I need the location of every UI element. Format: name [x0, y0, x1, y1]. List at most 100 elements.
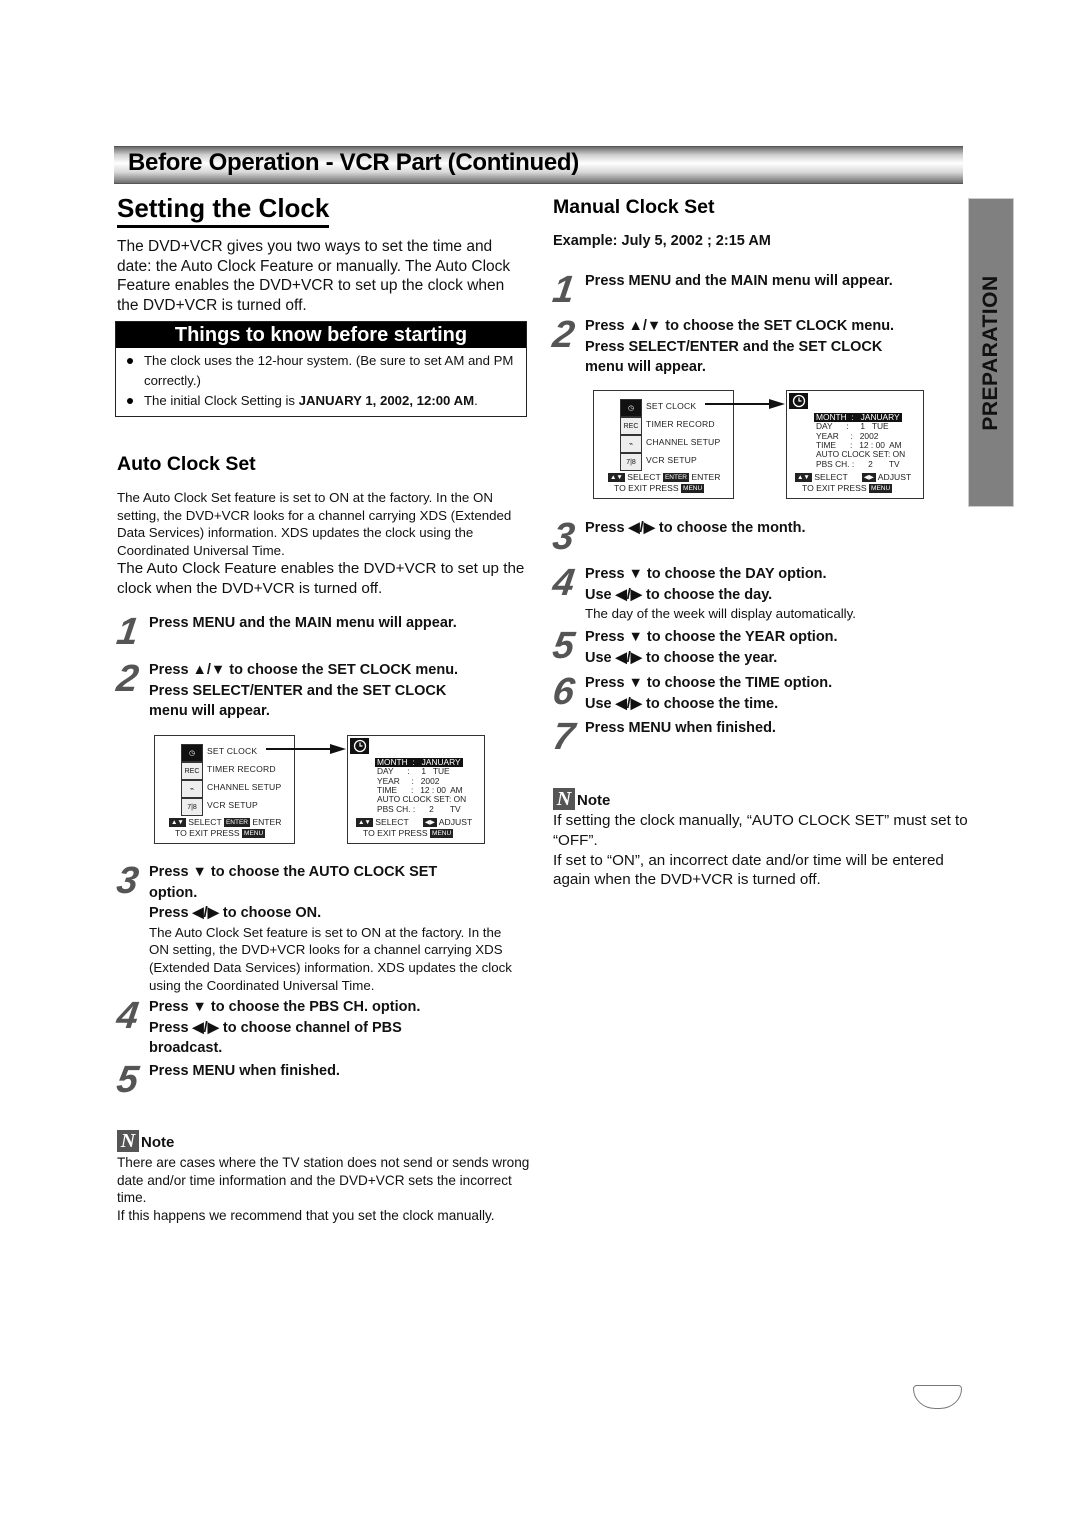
adjust-keys-icon: ◀▶ — [861, 473, 876, 483]
enter-label: ENTER — [252, 817, 282, 827]
step-number: 4 — [114, 995, 140, 1037]
osd-menu-item: VCR SETUP — [207, 800, 258, 810]
osd-footer-exit: TO EXIT PRESS MENU — [802, 483, 893, 494]
things-to-know-box: Things to know before starting The clock… — [115, 321, 527, 417]
arrow-line — [705, 403, 777, 405]
manual-note-line2: If set to “ON”, an incorrect date and/or… — [553, 851, 944, 889]
osd-footer-exit: TO EXIT PRESS MENU — [175, 828, 266, 839]
step-text: Press MENU when finished. — [585, 718, 776, 739]
auto-note-line2: If this happens we recommend that you se… — [117, 1207, 495, 1223]
step-number: 5 — [550, 625, 576, 667]
step-number: 5 — [114, 1059, 140, 1101]
exit-label: TO EXIT PRESS — [175, 828, 240, 838]
osd-clock-menu: MONTH : JANUARY DAY : 1 TUE YEAR : 2002 TIM… — [786, 390, 924, 499]
menu-key-icon: MENU — [681, 484, 705, 494]
osd-footer-select-adjust: ▲▼ SELECT ◀▶ ADJUST — [795, 472, 911, 483]
osd-menu-item: CHANNEL SETUP — [207, 782, 282, 792]
things-item: The initial Clock Setting is JANUARY 1, … — [124, 391, 522, 411]
auto-note-line1: There are cases where the TV station doe… — [117, 1155, 530, 1206]
step-line: Use ◀/▶ to choose the time. — [585, 695, 779, 712]
section-title: Setting the Clock — [117, 193, 330, 228]
osd-menu-item: TIMER RECORD — [207, 764, 276, 774]
step-line: Press MENU when finished. — [149, 1063, 340, 1079]
step-line: menu will appear. — [585, 359, 706, 375]
auto-clock-para2: The Auto Clock Feature enables the DVD+V… — [117, 560, 525, 597]
clock-icon: ◷ — [181, 744, 203, 762]
step-number: 7 — [550, 716, 576, 758]
step-line: Use ◀/▶ to choose the day. — [585, 586, 773, 603]
header-title: Before Operation - VCR Part (Continued) — [128, 149, 579, 176]
vcr-setup-icon: 7|8 — [181, 798, 203, 816]
step-line: Press ▼ to choose the TIME option. — [585, 675, 833, 691]
nav-keys-icon: ▲▼ — [169, 818, 186, 828]
step-line: Press ▼ to choose the PBS CH. option. — [149, 999, 421, 1015]
osd-clock-row: PBS CH. : 2 TV — [377, 803, 461, 814]
step-line: Press ▲/▼ to choose the SET CLOCK menu. — [149, 662, 459, 678]
exit-label: TO EXIT PRESS — [363, 828, 428, 838]
things-box-title: Things to know before starting — [116, 322, 526, 348]
nav-keys-icon: ▲▼ — [356, 818, 373, 828]
clock-icon — [789, 393, 808, 409]
step-number: 1 — [550, 269, 576, 311]
step-line: Press MENU and the MAIN menu will appear… — [585, 273, 893, 289]
step-line: Use ◀/▶ to choose the year. — [585, 649, 778, 666]
osd-main-menu: ◷ SET CLOCK REC TIMER RECORD ⌁ CHANNEL SETUP 7… — [154, 735, 295, 844]
step-text: Press ▲/▼ to choose the SET CLOCK menu. P… — [149, 660, 458, 722]
note-label: Note — [141, 1134, 175, 1151]
adjust-label: ADJUST — [438, 817, 473, 827]
enter-label: ENTER — [691, 472, 721, 482]
select-label: SELECT — [814, 472, 848, 482]
step-text: Press MENU and the MAIN menu will appear… — [585, 271, 893, 292]
step-text: Press MENU and the MAIN menu will appear… — [149, 613, 457, 634]
step-text: Press ▼ to choose the AUTO CLOCK SET opti… — [149, 862, 521, 995]
enter-key-icon: ENTER — [223, 818, 250, 828]
adjust-keys-icon: ◀▶ — [422, 818, 437, 828]
step-line: broadcast. — [149, 1040, 223, 1056]
step-line: Press ▼ to choose the YEAR option. — [585, 629, 838, 645]
step-text: Press ▼ to choose the PBS CH. option. Pre… — [149, 997, 420, 1059]
step-line: Press ▼ to choose the DAY option. — [585, 566, 827, 582]
select-label: SELECT — [375, 817, 409, 827]
menu-key-icon: MENU — [430, 829, 454, 839]
clock-icon: ◷ — [620, 399, 642, 417]
arrow-line — [266, 748, 338, 750]
osd-footer-select: ▲▼ SELECT ENTER ENTER — [169, 817, 282, 828]
step-line: Press SELECT/ENTER and the SET CLOCK — [585, 338, 883, 355]
auto-note: N Note There are cases where the TV stati… — [117, 1130, 537, 1224]
things-item: The clock uses the 12-hour system. (Be s… — [124, 351, 522, 391]
side-tab-label: PREPARATION — [979, 274, 1002, 431]
step-number: 4 — [550, 562, 576, 604]
osd-footer-exit: TO EXIT PRESS MENU — [363, 828, 454, 839]
preparation-side-tab: PREPARATION — [968, 198, 1014, 507]
step-line: Press MENU when finished. — [585, 720, 776, 736]
step-note: The day of the week will display automat… — [585, 606, 856, 621]
osd-clock-menu: MONTH : JANUARY DAY : 1 TUE YEAR : 2002 TIM… — [347, 735, 485, 844]
nav-keys-icon: ▲▼ — [795, 473, 812, 483]
note-icon: N — [117, 1130, 139, 1152]
vcr-setup-icon: 7|8 — [620, 453, 642, 471]
step-number: 6 — [550, 671, 576, 713]
auto-clock-para1: The Auto Clock Set feature is set to ON … — [117, 490, 512, 558]
manual-note: N Note If setting the clock manually, “AU… — [553, 788, 973, 890]
step-number: 1 — [114, 611, 140, 653]
channel-setup-icon: ⌁ — [181, 780, 203, 798]
arrow-right-icon — [330, 744, 346, 754]
osd-clock-row: PBS CH. : 2 TV — [816, 458, 900, 469]
step-line: menu will appear. — [149, 703, 270, 719]
step-line: option. — [149, 884, 198, 901]
timer-record-icon: REC — [620, 417, 642, 435]
step-line: Press MENU and the MAIN menu will appear… — [149, 615, 457, 631]
osd-menu-item: VCR SETUP — [646, 455, 697, 465]
step-line: Press ◀/▶ to choose the month. — [585, 520, 806, 536]
manual-note-line1: If setting the clock manually, “AUTO CLO… — [553, 812, 968, 849]
bullet-icon — [127, 358, 133, 364]
osd-footer-select: ▲▼ SELECT ENTER ENTER — [608, 472, 721, 483]
step-number: 2 — [114, 658, 140, 700]
step-note: The Auto Clock Set feature is set to ON … — [149, 924, 512, 993]
channel-setup-icon: ⌁ — [620, 435, 642, 453]
osd-menu-item: TIMER RECORD — [646, 419, 715, 429]
osd-footer-exit: TO EXIT PRESS MENU — [614, 483, 705, 494]
osd-menu-item: SET CLOCK — [646, 401, 697, 411]
page-number-tab — [913, 1385, 962, 1409]
step-text: Press ▲/▼ to choose the SET CLOCK menu. P… — [585, 316, 894, 378]
